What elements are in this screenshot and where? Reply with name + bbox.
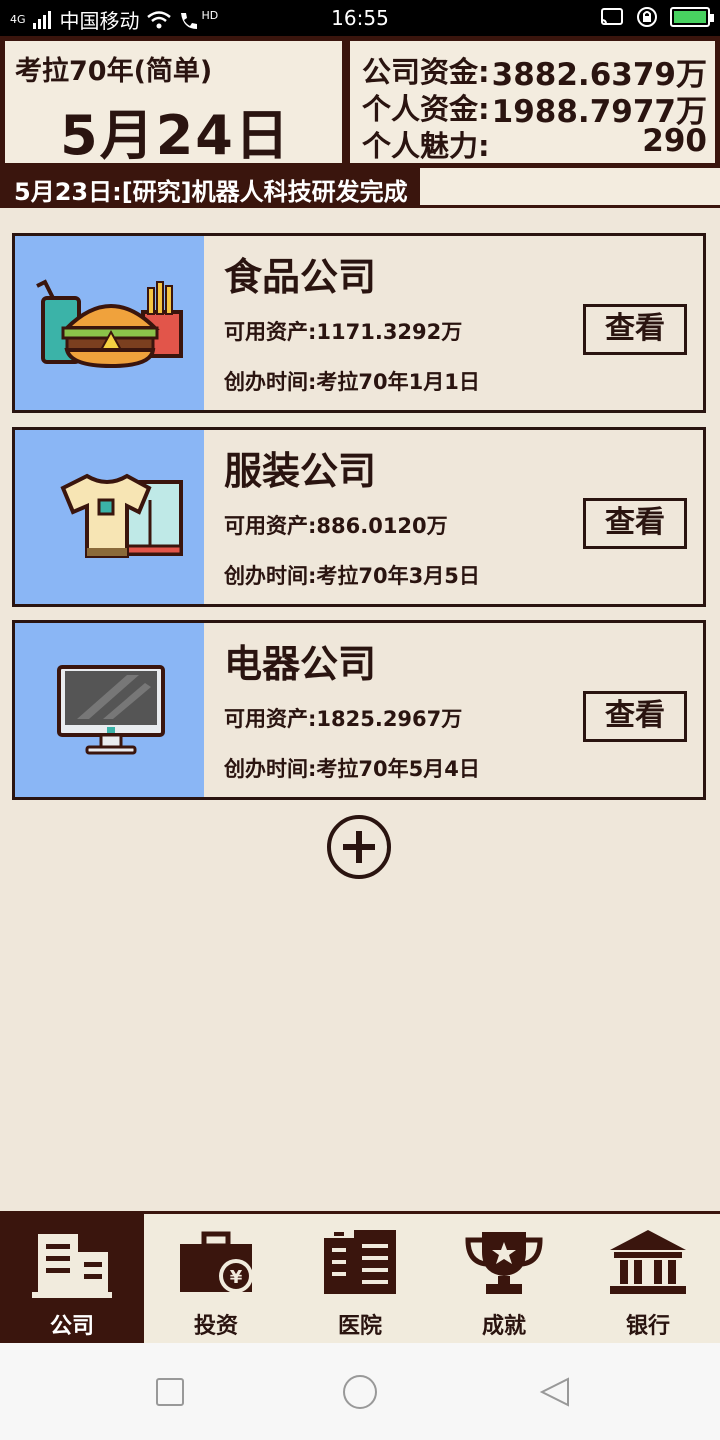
food-thumbnail — [15, 236, 204, 410]
status-right — [600, 6, 714, 28]
personal-funds-row: 个人资金: 1988.7977万 — [362, 86, 707, 130]
cast-icon — [601, 8, 623, 25]
food-icon — [36, 279, 183, 369]
company-name: 食品公司 — [224, 255, 377, 299]
svg-text:¥: ¥ — [230, 1267, 243, 1288]
view-clothing-company-button[interactable]: 查看 — [583, 498, 687, 549]
monitor-icon — [57, 665, 165, 755]
back-icon[interactable] — [538, 1375, 572, 1409]
nav-bank[interactable]: 银行 — [576, 1214, 720, 1343]
company-assets: 可用资产:1825.2967万 — [224, 707, 463, 731]
company-name: 电器公司 — [224, 642, 377, 686]
add-company-button[interactable] — [327, 815, 391, 879]
view-food-company-button[interactable]: 查看 — [583, 304, 687, 355]
rotation-lock-icon — [637, 7, 657, 27]
news-ticker: 5月23日:[研究]机器人科技研发完成 — [0, 168, 720, 208]
personal-funds-label: 个人资金: — [362, 92, 490, 126]
ticker-message: 5月23日:[研究]机器人科技研发完成 — [14, 178, 408, 206]
nav-company[interactable]: 公司 — [0, 1214, 144, 1343]
company-founded-date: 创办时间:考拉70年1月1日 — [224, 370, 480, 394]
nav-investment[interactable]: ¥ 投资 — [144, 1214, 288, 1343]
company-funds-row: 公司资金: 3882.6379万 — [362, 49, 707, 93]
company-assets: 可用资产:1171.3292万 — [224, 320, 463, 344]
office-building-icon — [32, 1234, 112, 1298]
current-date: 5月24日 — [60, 104, 291, 167]
nav-label: 成就 — [481, 1314, 526, 1339]
company-founded-date: 创办时间:考拉70年5月4日 — [224, 757, 480, 781]
home-icon[interactable] — [343, 1375, 377, 1409]
nav-label: 公司 — [49, 1314, 94, 1339]
nav-label: 医院 — [337, 1314, 382, 1339]
view-electronics-company-button[interactable]: 查看 — [583, 691, 687, 742]
company-card-electronics: 电器公司 可用资产:1825.2967万 创办时间:考拉70年5月4日 查看 — [12, 620, 706, 800]
company-founded-date: 创办时间:考拉70年3月5日 — [224, 564, 480, 588]
company-name: 服装公司 — [224, 449, 377, 493]
trophy-icon — [465, 1232, 543, 1294]
charm-value: 290 — [642, 123, 707, 159]
electronics-thumbnail — [15, 623, 204, 797]
briefcase-yen-icon: ¥ — [180, 1231, 253, 1293]
clothing-thumbnail — [15, 430, 204, 604]
company-card-food: 食品公司 可用资产:1171.3292万 创办时间:考拉70年1月1日 查看 — [12, 233, 706, 413]
bottom-nav: 公司 ¥ 投资 医院 成就 银行 — [0, 1211, 720, 1343]
clothing-icon — [60, 473, 183, 558]
status-bar: 4G 中国移动 HD 16:55 — [0, 0, 720, 36]
battery-icon — [670, 7, 714, 27]
nav-label: 投资 — [193, 1314, 238, 1339]
bank-icon — [610, 1230, 686, 1294]
company-assets: 可用资产:886.0120万 — [224, 514, 448, 538]
year-difficulty-label: 考拉70年(简单) — [15, 56, 213, 87]
date-panel: 考拉70年(简单) 5月24日 — [3, 39, 344, 167]
company-card-clothing: 服装公司 可用资产:886.0120万 创办时间:考拉70年3月5日 查看 — [12, 427, 706, 607]
company-funds-label: 公司资金: — [362, 55, 490, 89]
system-nav-bar — [0, 1343, 720, 1440]
nav-achievements[interactable]: 成就 — [432, 1214, 576, 1343]
hospital-icon — [324, 1230, 396, 1294]
nav-hospital[interactable]: 医院 — [288, 1214, 432, 1343]
recent-apps-icon[interactable] — [156, 1378, 184, 1406]
finance-panel: 公司资金: 3882.6379万 个人资金: 1988.7977万 个人魅力: … — [348, 39, 717, 165]
nav-label: 银行 — [625, 1314, 670, 1339]
game-header: 考拉70年(简单) 5月24日 公司资金: 3882.6379万 个人资金: 1… — [0, 36, 720, 168]
charm-row: 个人魅力: 290 — [362, 123, 707, 163]
charm-label: 个人魅力: — [362, 129, 490, 163]
